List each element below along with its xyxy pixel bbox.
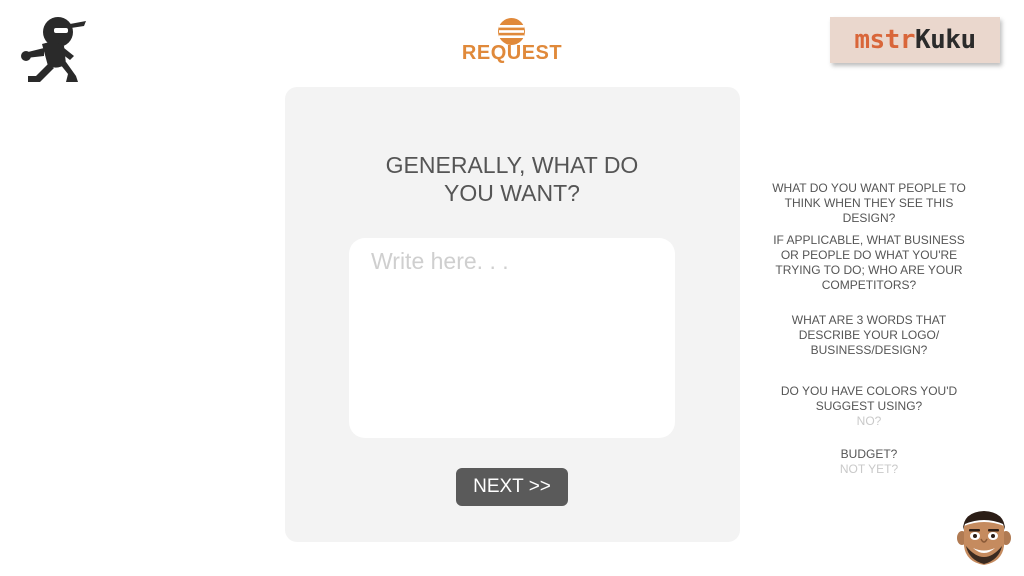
page-title: REQUEST [461,42,563,64]
sidebar-question-4-hint: NO? [856,414,882,428]
next-button[interactable]: NEXT >> [456,468,568,506]
answer-input[interactable] [349,238,675,438]
sidebar-question-5: BUDGET? NOT YET? [764,447,974,477]
request-page: REQUEST mstr Kuku GENERALLY, WHAT DO YOU … [0,0,1024,576]
ninja-logo-icon[interactable] [14,14,90,86]
sidebar-question-5-text: BUDGET? [840,447,898,461]
sidebar-question-1: WHAT DO YOU WANT PEOPLE TO THINK WHEN TH… [772,181,966,225]
brand-logo[interactable]: mstr Kuku [830,17,1000,63]
cartoon-face-avatar-icon[interactable] [955,508,1013,568]
sidebar-question-4: DO YOU HAVE COLORS YOU'D SUGGEST USING? … [764,384,974,429]
question-heading: GENERALLY, WHAT DO YOU WANT? [385,152,639,206]
brand-logo-part2: Kuku [915,25,976,55]
sidebar-question-4-text: DO YOU HAVE COLORS YOU'D SUGGEST USING? [780,384,958,413]
sidebar-question-3: WHAT ARE 3 WORDS THAT DESCRIBE YOUR LOGO… [791,313,947,357]
sidebar-question-2: IF APPLICABLE, WHAT BUSINESS OR PEOPLE D… [773,233,965,292]
sidebar-question-5-hint: NOT YET? [839,462,899,476]
brand-logo-part1: mstr [854,25,915,55]
